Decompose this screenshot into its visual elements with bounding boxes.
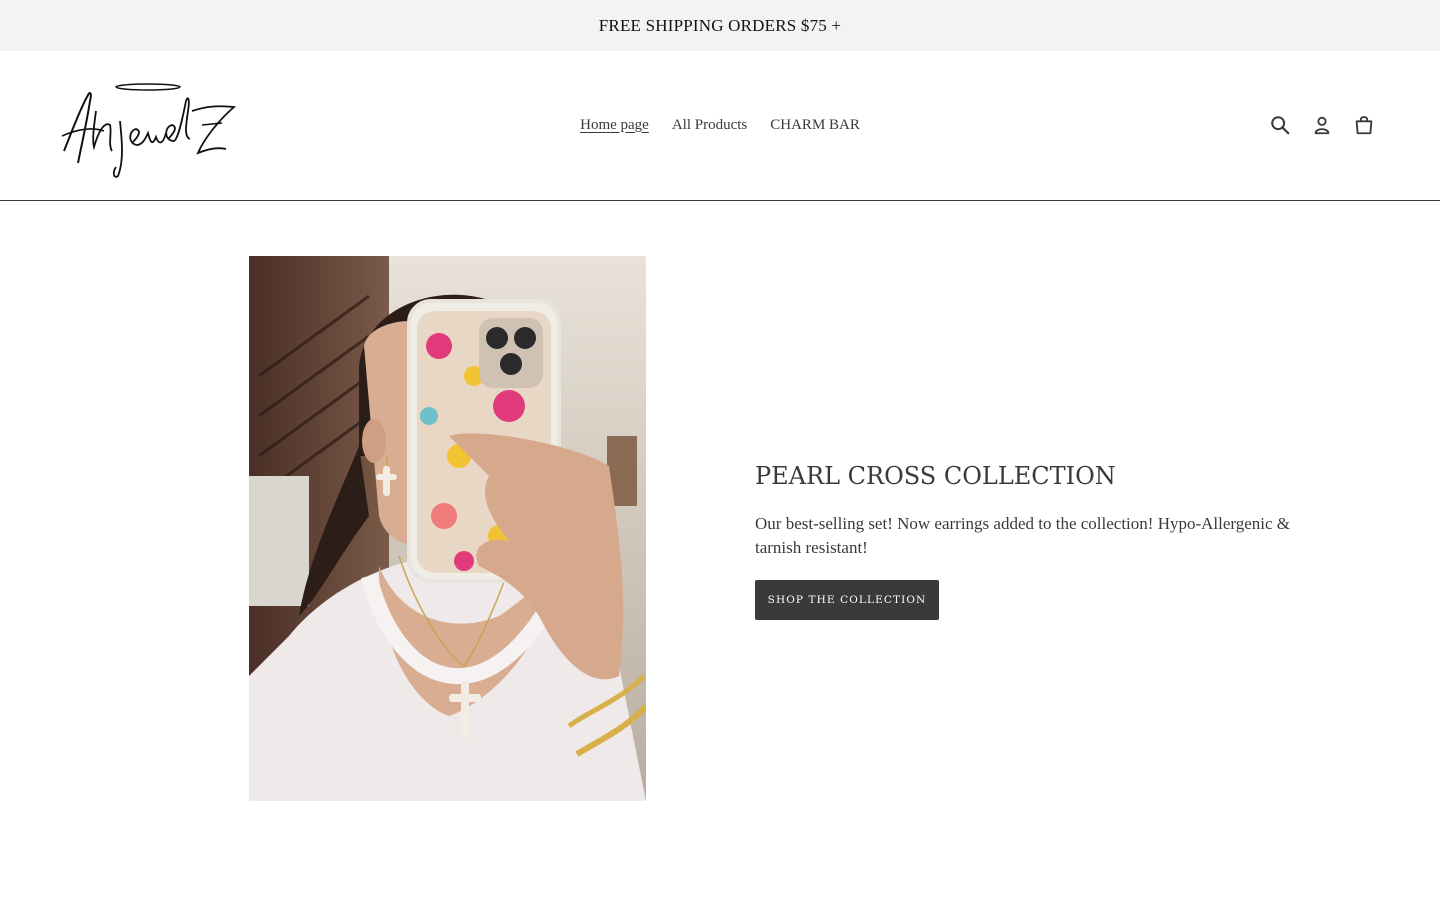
nav-charm-bar[interactable]: CHARM BAR — [770, 117, 860, 134]
account-button[interactable] — [1310, 113, 1334, 137]
announcement-text: FREE SHIPPING ORDERS $75 + — [598, 15, 842, 35]
hero-title: PEARL CROSS COLLECTION — [755, 462, 1116, 490]
site-logo[interactable] — [58, 81, 240, 181]
hero-photo-illustration — [249, 256, 646, 801]
nav-all-products[interactable]: All Products — [672, 117, 747, 134]
header-icon-group — [1268, 113, 1376, 137]
cart-button[interactable] — [1352, 113, 1376, 137]
nav-home-page[interactable]: Home page — [580, 117, 649, 134]
shop-the-collection-button[interactable]: SHOP THE COLLECTION — [755, 580, 939, 620]
announcement-bar: FREE SHIPPING ORDERS $75 + — [0, 0, 1440, 51]
search-button[interactable] — [1268, 113, 1292, 137]
hero-product-image[interactable] — [249, 256, 646, 801]
cart-icon — [1355, 116, 1373, 135]
search-icon — [1271, 116, 1290, 135]
account-icon — [1314, 116, 1330, 135]
site-header: Home page All Products CHARM BAR — [0, 51, 1440, 201]
logo-wordmark-icon — [61, 83, 237, 178]
hero-text-block: PEARL CROSS COLLECTION Our best-selling … — [755, 460, 1295, 620]
hero-description: Our best-selling set! Now earrings added… — [755, 514, 1291, 557]
